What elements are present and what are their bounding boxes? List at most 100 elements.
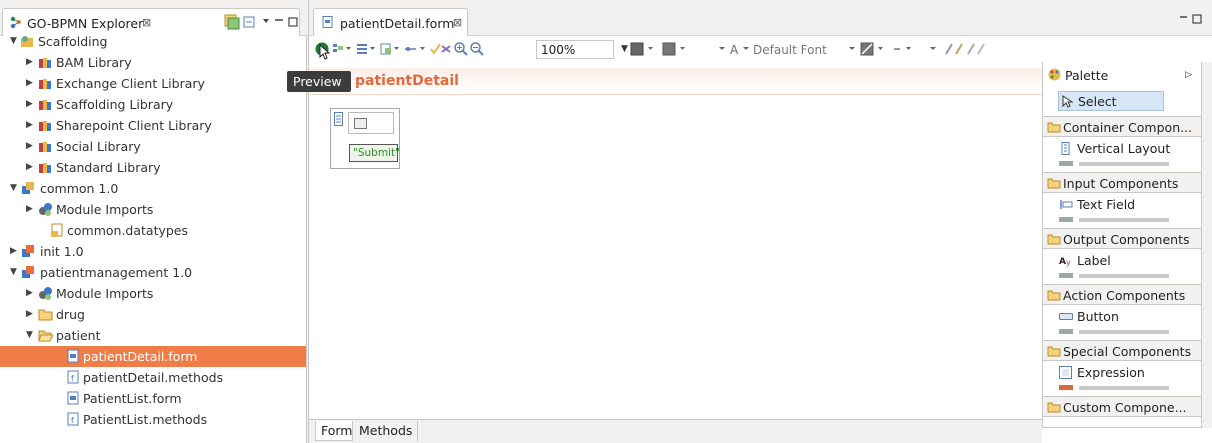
form-canvas[interactable]: "Submit" [309,96,1042,419]
palette-section-output[interactable]: Output Components [1043,228,1201,249]
palette-item-label: Text Field [1077,197,1136,212]
tree-node[interactable]: ▶ Standard Library [0,157,306,178]
editor-window-controls [1180,14,1202,24]
chevron-down-icon[interactable] [741,42,751,56]
tree-node[interactable]: ▶ init 1.0 [0,241,306,262]
collapsed-arrow-icon[interactable]: ▶ [26,141,36,151]
tree-node[interactable]: f patientDetail.methods [0,367,306,388]
tree-node-selected[interactable]: patientDetail.form [0,346,306,367]
library-icon [39,121,51,131]
tree-node[interactable]: PatientList.form [0,388,306,409]
tree-node[interactable]: ▼ patient [0,325,306,346]
tree-node[interactable]: common.datatypes [0,220,306,241]
tree-node[interactable]: ▼ common 1.0 [0,178,306,199]
tree-node[interactable]: ▶ Module Imports [0,199,306,220]
tree-node[interactable]: ▶ BAM Library [0,52,306,73]
palette-item[interactable]: Expression [1059,363,1199,383]
editor-close-icon[interactable]: ⊠ [453,16,462,29]
collapsed-arrow-icon[interactable]: ▶ [26,99,36,109]
tab-methods[interactable]: Methods [354,421,418,441]
collapsed-arrow-icon[interactable]: ▶ [26,120,36,130]
palette-section-container[interactable]: Container Compon... [1043,116,1201,137]
tree-node[interactable]: ▼ Scaffolding [0,36,306,52]
tab-form[interactable]: Form [315,421,353,441]
line-style-icon[interactable] [892,42,922,56]
palette-icon [1048,68,1061,81]
chevron-down-icon[interactable] [928,42,940,56]
palette-item[interactable]: Button [1059,307,1199,327]
palette-section-label: Output Components [1063,232,1190,247]
collapsed-arrow-icon[interactable]: ▶ [10,246,20,256]
collapsed-arrow-icon[interactable]: ▶ [26,57,36,67]
expanded-arrow-icon[interactable]: ▼ [10,36,20,46]
editor-tab[interactable]: patientDetail.form ⊠ [313,8,468,36]
svg-text:y: y [1066,258,1071,267]
zoom-out-icon[interactable] [470,42,484,56]
tree-node[interactable]: ▶ drug [0,304,306,325]
submit-button[interactable]: "Submit" [349,144,400,162]
palette-section-special[interactable]: Special Components [1043,340,1201,361]
editor-tab-title: patientDetail.form [340,16,455,31]
explorer-view-toolbar [224,14,298,30]
palette-section-custom[interactable]: Custom Compone... [1043,396,1201,417]
collapsed-arrow-icon[interactable]: ▶ [26,309,36,319]
form-root-layout[interactable]: "Submit" [330,108,400,169]
palette-item[interactable]: Ay Label [1059,251,1199,271]
tree-label: common 1.0 [40,181,119,196]
background-color-icon[interactable] [630,42,658,56]
palette-collapse-icon[interactable]: ▷ [1185,70,1192,80]
link-editor-icon[interactable] [224,14,240,30]
tooltip-text: Preview [293,74,342,89]
chevron-down-icon[interactable] [717,42,727,56]
palette-select-tool[interactable]: Select [1058,91,1164,111]
collapse-all-icon[interactable] [243,16,255,28]
tree-node[interactable]: ▶ Sharepoint Client Library [0,115,306,136]
line-color-icon[interactable] [860,42,890,56]
expanded-arrow-icon[interactable]: ▼ [10,267,20,277]
foreground-color-icon[interactable] [662,42,690,56]
preview-tooltip: Preview [287,71,351,92]
open-folder-icon [1047,122,1061,133]
tree-node[interactable]: ▼ patientmanagement 1.0 [0,262,306,283]
tree-label: PatientList.form [83,391,182,406]
tree-node[interactable]: f PatientList.methods [0,409,306,430]
palette-section-action[interactable]: Action Components [1043,284,1201,305]
layout-icon[interactable] [332,42,354,56]
font-style-button[interactable]: A [730,43,738,57]
expanded-arrow-icon[interactable]: ▼ [10,183,20,193]
font-combo[interactable]: Default Font [753,43,827,57]
expanded-arrow-icon[interactable]: ▼ [26,330,36,340]
connect-icon[interactable] [404,42,428,56]
tree-node[interactable]: ▶ Module Imports [0,283,306,304]
palette-item[interactable]: Vertical Layout [1059,139,1199,159]
palette-select-label: Select [1078,94,1117,109]
chevron-down-icon[interactable]: ▼ [621,44,628,54]
zoom-in-icon[interactable] [454,42,468,56]
collapsed-arrow-icon[interactable]: ▶ [26,288,36,298]
collapsed-arrow-icon[interactable]: ▶ [26,78,36,88]
library-icon [39,163,51,173]
tree-node[interactable]: ▶ Scaffolding Library [0,94,306,115]
explorer-close-icon[interactable]: ⊠ [142,16,151,29]
insert-icon[interactable] [380,42,402,56]
maximize-icon[interactable] [288,17,298,27]
palette-header[interactable]: Palette ▷ [1043,62,1201,88]
palette-item-clipped [1059,216,1169,222]
palette-section-input[interactable]: Input Components [1043,172,1201,193]
explorer-tab[interactable]: GO-BPMN Explorer ⊠ [2,8,300,36]
view-menu-icon[interactable] [263,19,269,23]
align-icon[interactable] [356,42,378,56]
format-brushes-icon[interactable] [944,42,988,56]
collapsed-arrow-icon[interactable]: ▶ [26,204,36,214]
palette-item[interactable]: Text Field [1059,195,1199,215]
maximize-icon[interactable] [1192,14,1202,24]
library-icon [39,79,51,89]
chevron-down-icon[interactable] [847,42,857,56]
tree-node[interactable]: ▶ Social Library [0,136,306,157]
tree-node[interactable]: ▶ Exchange Client Library [0,73,306,94]
palette-item-clipped [1059,384,1169,390]
validate-icon[interactable] [430,42,452,56]
collapsed-arrow-icon[interactable]: ▶ [26,162,36,172]
embedded-component[interactable] [348,112,394,134]
zoom-combo[interactable]: 100% ▼ [536,40,628,59]
